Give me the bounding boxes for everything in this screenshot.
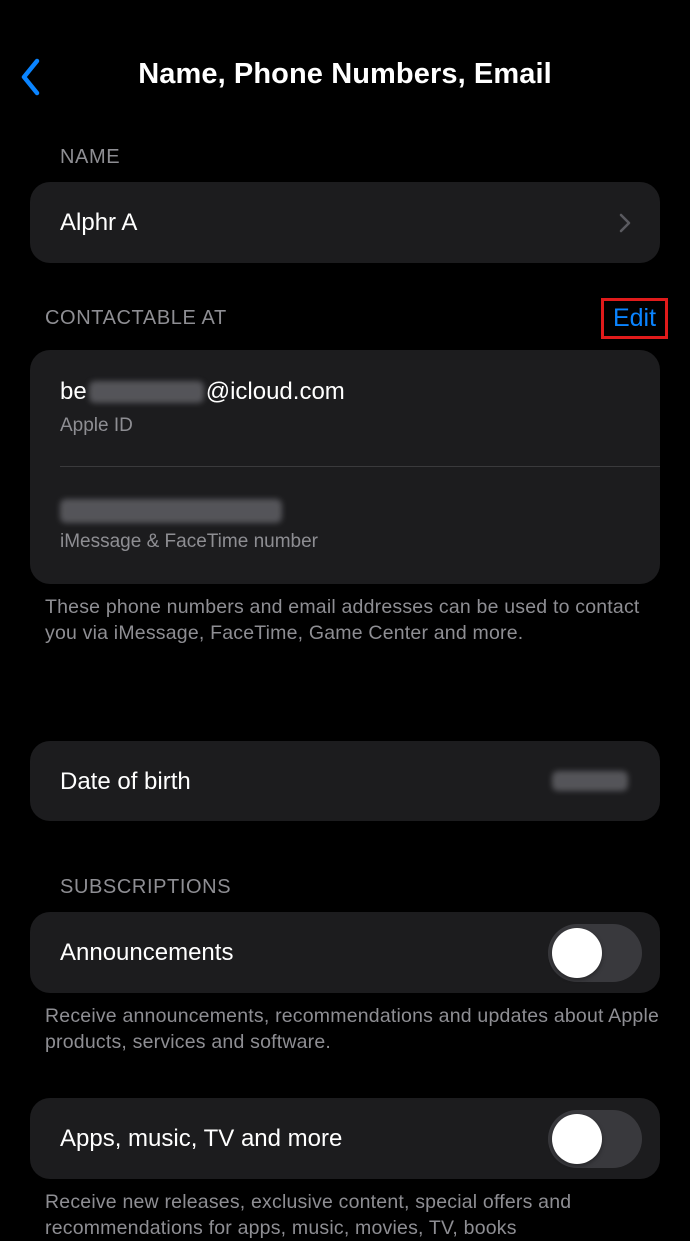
page-title: Name, Phone Numbers, Email	[138, 58, 552, 90]
redacted-email-part	[88, 381, 204, 403]
apps-music-tv-label: Apps, music, TV and more	[60, 1125, 343, 1152]
apps-music-tv-row: Apps, music, TV and more	[30, 1098, 660, 1179]
contactable-footnote: These phone numbers and email addresses …	[45, 596, 640, 644]
announcements-footnote: Receive announcements, recommendations a…	[45, 1005, 660, 1053]
redacted-phone-number	[60, 499, 282, 523]
name-row[interactable]: Alphr A	[30, 182, 660, 263]
announcements-row: Announcements	[30, 912, 660, 993]
contactable-card: be @icloud.com Apple ID iMessage & FaceT…	[30, 350, 660, 584]
email-suffix: @icloud.com	[205, 378, 345, 405]
navigation-bar: Name, Phone Numbers, Email	[0, 0, 690, 150]
email-address: be @icloud.com	[60, 378, 345, 406]
phone-caption: iMessage & FaceTime number	[60, 531, 319, 552]
announcements-label: Announcements	[60, 939, 234, 966]
toggle-knob	[552, 1114, 602, 1164]
email-row[interactable]: be @icloud.com Apple ID	[30, 350, 660, 466]
email-caption: Apple ID	[60, 415, 133, 436]
subscriptions-section-header: SUBSCRIPTIONS	[60, 876, 232, 898]
apps-music-tv-footnote: Receive new releases, exclusive content,…	[45, 1191, 572, 1239]
contactable-section-header: CONTACTABLE AT	[45, 307, 227, 329]
email-prefix: be	[60, 378, 87, 405]
redacted-date-of-birth	[552, 771, 628, 791]
chevron-right-icon	[619, 213, 631, 233]
phone-row[interactable]: iMessage & FaceTime number	[30, 467, 660, 584]
apps-music-tv-toggle[interactable]	[548, 1110, 642, 1168]
date-of-birth-label: Date of birth	[60, 768, 191, 795]
edit-button[interactable]: Edit	[601, 298, 668, 339]
name-section-header: NAME	[60, 146, 121, 168]
date-of-birth-row[interactable]: Date of birth	[30, 741, 660, 821]
name-value: Alphr A	[60, 209, 138, 236]
announcements-toggle[interactable]	[548, 924, 642, 982]
toggle-knob	[552, 928, 602, 978]
